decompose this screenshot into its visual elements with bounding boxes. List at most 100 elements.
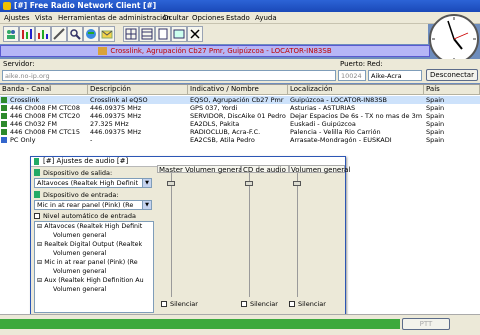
panel-general-volume: Volumen general	[289, 165, 351, 174]
cell-band: Crosslink	[10, 96, 40, 104]
slider-track[interactable]	[297, 173, 298, 297]
menu-herramientas[interactable]: Herramientas de administración	[58, 14, 171, 22]
server-labels: Servidor: Puerto: Red:	[0, 59, 480, 69]
col-header-country[interactable]: País	[424, 85, 480, 95]
chevron-down-icon: ▼	[142, 179, 151, 187]
tree-node-label: Aux (Realtek High Definition Au	[44, 277, 144, 284]
window-titlebar: [#] Free Radio Network Client [#]	[0, 0, 480, 12]
cell-callsign: EA2CSB, Atila Pedro	[190, 136, 255, 144]
status-bar: PTT	[0, 314, 480, 335]
table-row[interactable]: 446 Ch032 FM 27.325 MHz EA2DLS, Pakita E…	[0, 120, 480, 128]
output-device-value: Altavoces (Realtek High Definit	[37, 179, 139, 187]
cell-description: 446.09375 MHz	[90, 104, 142, 112]
table-row[interactable]: 446 Ch008 FM CTC08 446.09375 MHz GPS 037…	[0, 104, 480, 112]
cell-location: Arrasate-Mondragón - EUSKADI	[290, 136, 392, 144]
table-row[interactable]: Crosslink Crosslink al eQSO EQSO, Agrupa…	[0, 96, 480, 104]
tree-node[interactable]: Volumen general	[53, 232, 106, 239]
tree-node[interactable]: ⊟ Mic in at rear panel (Pink) (Re	[37, 259, 138, 266]
cell-description: 27.325 MHz	[90, 120, 129, 128]
server-inputs: aike.no-ip.org 10024 Aike-Acra Desconect…	[0, 69, 480, 83]
tree-node[interactable]: Volumen general	[53, 268, 106, 275]
disconnect-button[interactable]: Desconectar	[426, 69, 478, 81]
slider-track[interactable]	[171, 173, 172, 297]
radio-icon	[1, 113, 7, 119]
server-label: Servidor:	[3, 60, 35, 68]
menu-ocultar[interactable]: Ocultar	[163, 14, 189, 22]
cell-callsign: EA2DLS, Pakita	[190, 120, 240, 128]
app-icon	[3, 2, 11, 10]
equalizer-alt-icon[interactable]	[35, 26, 51, 42]
agc-label: Nivel automático de entrada	[43, 212, 136, 220]
search-icon[interactable]	[67, 26, 83, 42]
signal-level-bar	[0, 319, 400, 329]
menu-ayuda[interactable]: Ayuda	[255, 14, 277, 22]
tree-node[interactable]: Volumen general	[53, 286, 106, 293]
menu-vista[interactable]: Vista	[35, 14, 52, 22]
menu-ajustes[interactable]: Ajustes	[4, 14, 30, 22]
globe-icon[interactable]	[83, 26, 99, 42]
cell-country: Spain	[426, 96, 445, 104]
speaker-icon	[34, 169, 40, 176]
port-label: Puerto:	[340, 60, 366, 68]
input-device-value: Mic in at rear panel (Pink) (Re	[37, 201, 134, 209]
close-icon[interactable]	[187, 26, 203, 42]
tree-node[interactable]: ⊟ Realtek Digital Output (Realtek	[37, 241, 142, 248]
cell-callsign: SERVIDOR, DiscAike 01 Pedro	[190, 112, 286, 120]
menu-estado[interactable]: Estado	[226, 14, 250, 22]
agc-checkbox[interactable]	[34, 213, 40, 219]
cell-country: Spain	[426, 136, 445, 144]
radio-icon	[1, 121, 7, 127]
mute-checkbox[interactable]	[289, 301, 295, 307]
mail-icon[interactable]	[99, 26, 115, 42]
port-input[interactable]: 10024	[338, 70, 366, 81]
col-header-location[interactable]: Localización	[288, 85, 424, 95]
grid-icon[interactable]	[123, 26, 139, 42]
chevron-down-icon: ▼	[142, 201, 151, 209]
output-device-select[interactable]: Altavoces (Realtek High Definit ▼	[34, 178, 152, 188]
cell-country: Spain	[426, 120, 445, 128]
mute-checkbox[interactable]	[161, 301, 167, 307]
window-icon[interactable]	[171, 26, 187, 42]
menu-opciones[interactable]: Opciones	[192, 14, 224, 22]
col-header-description[interactable]: Descripción	[88, 85, 188, 95]
table-row[interactable]: 446 Ch008 FM CTC20 446.09375 MHz SERVIDO…	[0, 112, 480, 120]
cell-country: Spain	[426, 128, 445, 136]
mute-label: Silenciar	[298, 300, 326, 308]
tree-node[interactable]: Volumen general	[53, 250, 106, 257]
network-select[interactable]: Aike-Acra	[368, 70, 422, 81]
cell-description: 446.09375 MHz	[90, 112, 142, 120]
table-row[interactable]: PC Only - EA2CSB, Atila Pedro Arrasate-M…	[0, 136, 480, 144]
radio-icon	[98, 47, 108, 55]
equalizer-icon[interactable]	[19, 26, 35, 42]
slider-thumb[interactable]	[167, 181, 175, 186]
cell-callsign: GPS 037, Yordi	[190, 104, 238, 112]
audio-window-title: [#] Ajustes de audio [#]	[43, 157, 129, 165]
cell-band: PC Only	[10, 136, 36, 144]
col-header-callsign[interactable]: Indicativo / Nombre	[188, 85, 288, 95]
input-device-select[interactable]: Mic in at rear panel (Pink) (Re ▼	[34, 200, 152, 210]
slider-thumb[interactable]	[293, 181, 301, 186]
tree-node-label: Altavoces (Realtek High Definit	[44, 223, 143, 230]
cell-callsign: RADIOCLUB, Acra-F.C.	[190, 128, 261, 136]
tree-node[interactable]: ⊟ Aux (Realtek High Definition Au	[37, 277, 144, 284]
slider-track[interactable]	[249, 173, 250, 297]
col-header-band[interactable]: Banda - Canal	[0, 85, 88, 95]
tools-icon[interactable]	[51, 26, 67, 42]
cell-callsign: EQSO, Agrupación Cb27 Pmr	[190, 96, 284, 104]
tree-node[interactable]: ⊟ Altavoces (Realtek High Definit	[37, 223, 142, 230]
toolbar	[0, 24, 428, 44]
radio-icon	[1, 129, 7, 135]
tree-node-label: Volumen general	[53, 286, 107, 293]
mute-label: Silenciar	[170, 300, 198, 308]
mute-checkbox[interactable]	[241, 301, 247, 307]
people-icon[interactable]	[3, 26, 19, 42]
grid-alt-icon[interactable]	[139, 26, 155, 42]
cell-band: 446 Ch008 FM CTC15	[10, 128, 80, 136]
server-input[interactable]: aike.no-ip.org	[2, 70, 336, 81]
audio-settings-window: [#] Ajustes de audio [#] Dispositivo de …	[30, 156, 351, 321]
slider-thumb[interactable]	[245, 181, 253, 186]
ptt-button[interactable]: PTT	[402, 318, 450, 330]
table-row[interactable]: 446 Ch008 FM CTC15 446.09375 MHz RADIOCL…	[0, 128, 480, 136]
menu-bar: Ajustes Vista Herramientas de administra…	[0, 12, 480, 24]
document-icon[interactable]	[155, 26, 171, 42]
